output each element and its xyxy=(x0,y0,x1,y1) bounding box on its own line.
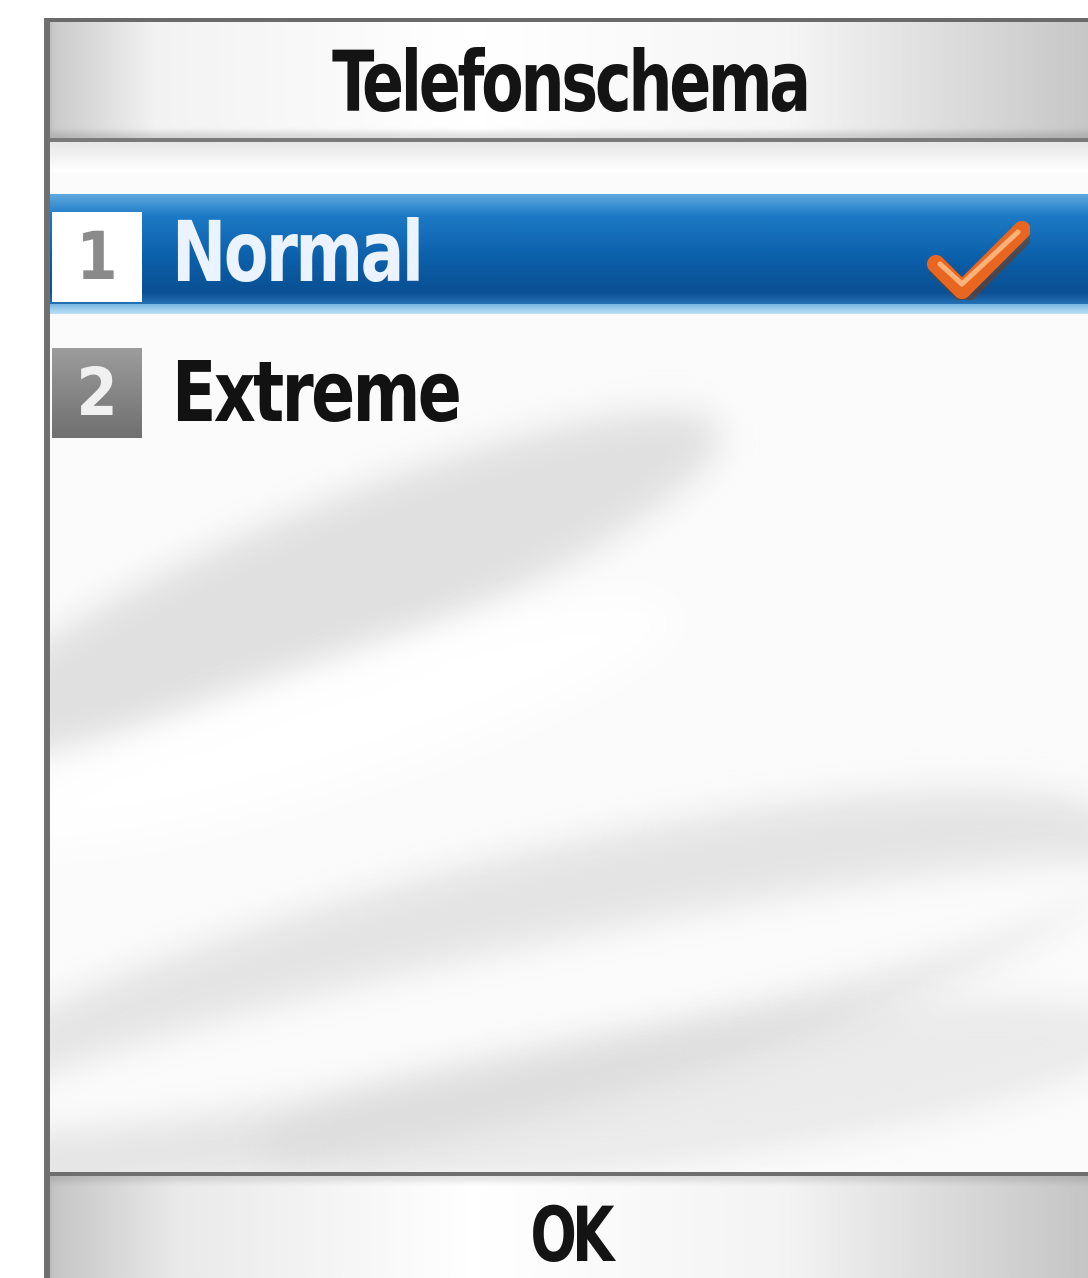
item-label: Normal xyxy=(172,203,424,301)
title-bar: Telefonschema xyxy=(50,22,1088,142)
softkey-bar: OK xyxy=(50,1172,1088,1278)
list-item-extreme[interactable]: 2 Extreme xyxy=(50,336,1088,446)
phone-screen: Telefonschema 1 Normal 2 Extreme OK xyxy=(44,18,1088,1278)
list-item-normal[interactable]: 1 Normal xyxy=(50,194,1088,314)
ok-softkey[interactable]: OK xyxy=(154,1190,986,1278)
item-number-badge: 2 xyxy=(52,348,142,438)
item-number-badge: 1 xyxy=(52,212,142,302)
item-label: Extreme xyxy=(172,343,462,441)
page-title: Telefonschema xyxy=(332,33,811,131)
checkmark-icon xyxy=(927,221,1030,300)
title-shadow xyxy=(50,142,1088,172)
